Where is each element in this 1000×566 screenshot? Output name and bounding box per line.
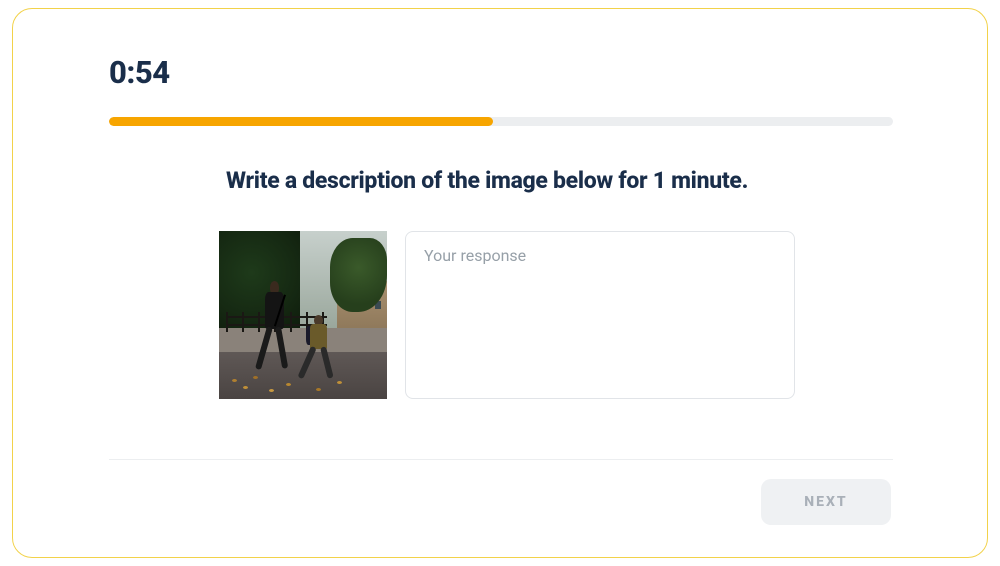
content-row xyxy=(219,231,795,399)
exercise-card: 0:54 Write a description of the image be… xyxy=(12,8,988,558)
progress-bar-fill xyxy=(109,117,493,126)
countdown-timer: 0:54 xyxy=(109,54,170,91)
progress-bar-track xyxy=(109,117,893,126)
prompt-text: Write a description of the image below f… xyxy=(226,167,748,194)
footer-divider xyxy=(109,459,893,460)
prompt-image xyxy=(219,231,387,399)
next-button[interactable]: NEXT xyxy=(761,479,891,525)
response-textarea[interactable] xyxy=(405,231,795,399)
